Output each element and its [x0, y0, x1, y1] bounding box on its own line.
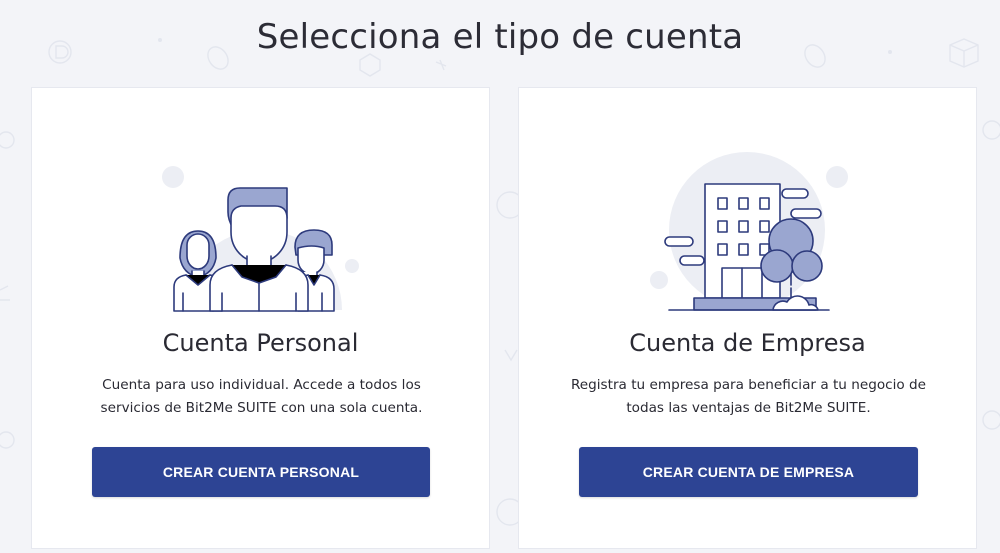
- people-icon: [162, 166, 359, 312]
- personal-account-card: Cuenta Personal Cuenta para uso individu…: [31, 87, 490, 549]
- create-business-account-button[interactable]: CREAR CUENTA DE EMPRESA: [579, 447, 918, 497]
- create-personal-account-button[interactable]: CREAR CUENTA PERSONAL: [92, 447, 430, 497]
- business-card-description: Registra tu empresa para beneficiar a tu…: [570, 377, 927, 416]
- business-card-title: Cuenta de Empresa: [629, 329, 866, 357]
- business-account-card: Cuenta de Empresa Registra tu empresa pa…: [518, 87, 977, 549]
- page-title: Selecciona el tipo de cuenta: [256, 17, 744, 57]
- personal-card-title: Cuenta Personal: [162, 329, 359, 357]
- personal-card-description: Cuenta para uso individual. Accede a tod…: [100, 377, 423, 416]
- building-icon: [650, 152, 848, 311]
